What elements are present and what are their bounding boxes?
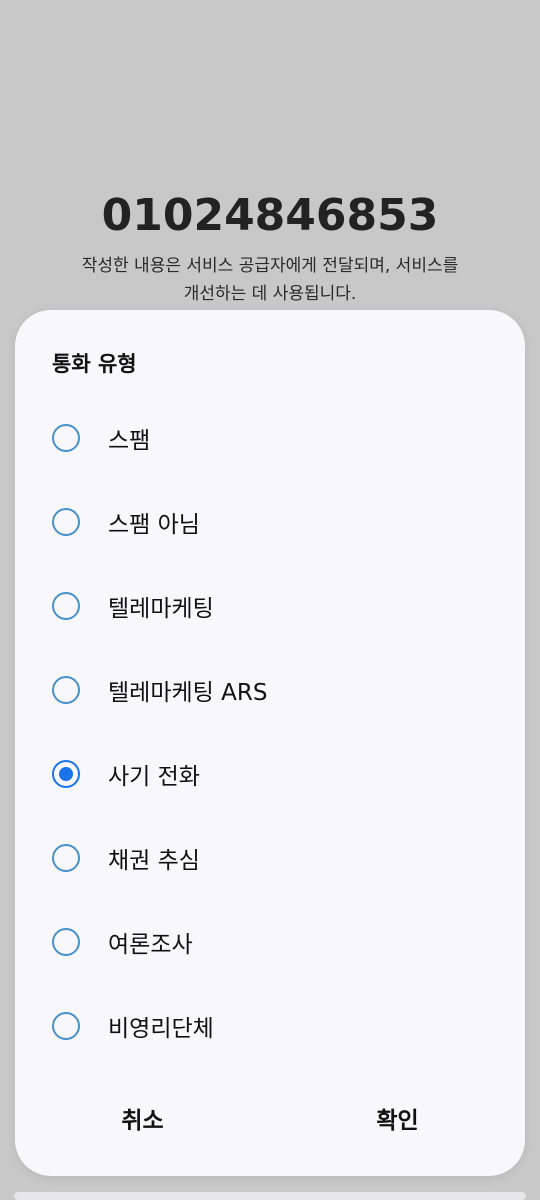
option-label: 채권 추심 — [108, 848, 200, 874]
confirm-button[interactable]: 확인 — [270, 1082, 525, 1154]
radio-button[interactable] — [52, 928, 80, 956]
bottom-strip — [14, 1192, 526, 1200]
cancel-button[interactable]: 취소 — [15, 1082, 270, 1154]
option-label: 텔레마케팅 — [108, 596, 214, 622]
radio-button[interactable] — [52, 592, 80, 620]
option-fraud-call[interactable]: 사기 전화 — [15, 732, 525, 816]
notice-line-1: 작성한 내용은 서비스 공급자에게 전달되며, 서비스를 — [81, 256, 459, 276]
option-telemarketing[interactable]: 텔레마케팅 — [15, 564, 525, 648]
radio-button[interactable] — [52, 844, 80, 872]
radio-button[interactable] — [52, 760, 80, 788]
option-label: 스팸 — [108, 428, 151, 454]
radio-button[interactable] — [52, 1012, 80, 1040]
radio-button[interactable] — [52, 424, 80, 452]
dialog-title: 통화 유형 — [52, 352, 137, 376]
option-not-spam[interactable]: 스팸 아님 — [15, 480, 525, 564]
option-label: 비영리단체 — [108, 1016, 214, 1042]
option-label: 사기 전화 — [108, 764, 200, 790]
options-list: 스팸 스팸 아님 텔레마케팅 텔레마케팅 ARS 사기 전화 채권 추심 여론조… — [15, 396, 525, 1068]
option-label: 여론조사 — [108, 932, 193, 958]
phone-number: 01024846853 — [101, 190, 439, 241]
option-nonprofit[interactable]: 비영리단체 — [15, 984, 525, 1068]
call-type-dialog: 통화 유형 스팸 스팸 아님 텔레마케팅 텔레마케팅 ARS 사기 전화 채권 … — [15, 310, 525, 1176]
option-label: 텔레마케팅 ARS — [108, 680, 268, 706]
notice-line-2: 개선하는 데 사용됩니다. — [183, 284, 357, 304]
dialog-buttons: 취소 확인 — [15, 1082, 525, 1154]
notice-text: 작성한 내용은 서비스 공급자에게 전달되며, 서비스를 개선하는 데 사용됩니… — [40, 252, 500, 308]
option-label: 스팸 아님 — [108, 512, 200, 538]
option-spam[interactable]: 스팸 — [15, 396, 525, 480]
radio-button[interactable] — [52, 676, 80, 704]
option-debt-collection[interactable]: 채권 추심 — [15, 816, 525, 900]
option-telemarketing-ars[interactable]: 텔레마케팅 ARS — [15, 648, 525, 732]
option-survey[interactable]: 여론조사 — [15, 900, 525, 984]
radio-button[interactable] — [52, 508, 80, 536]
